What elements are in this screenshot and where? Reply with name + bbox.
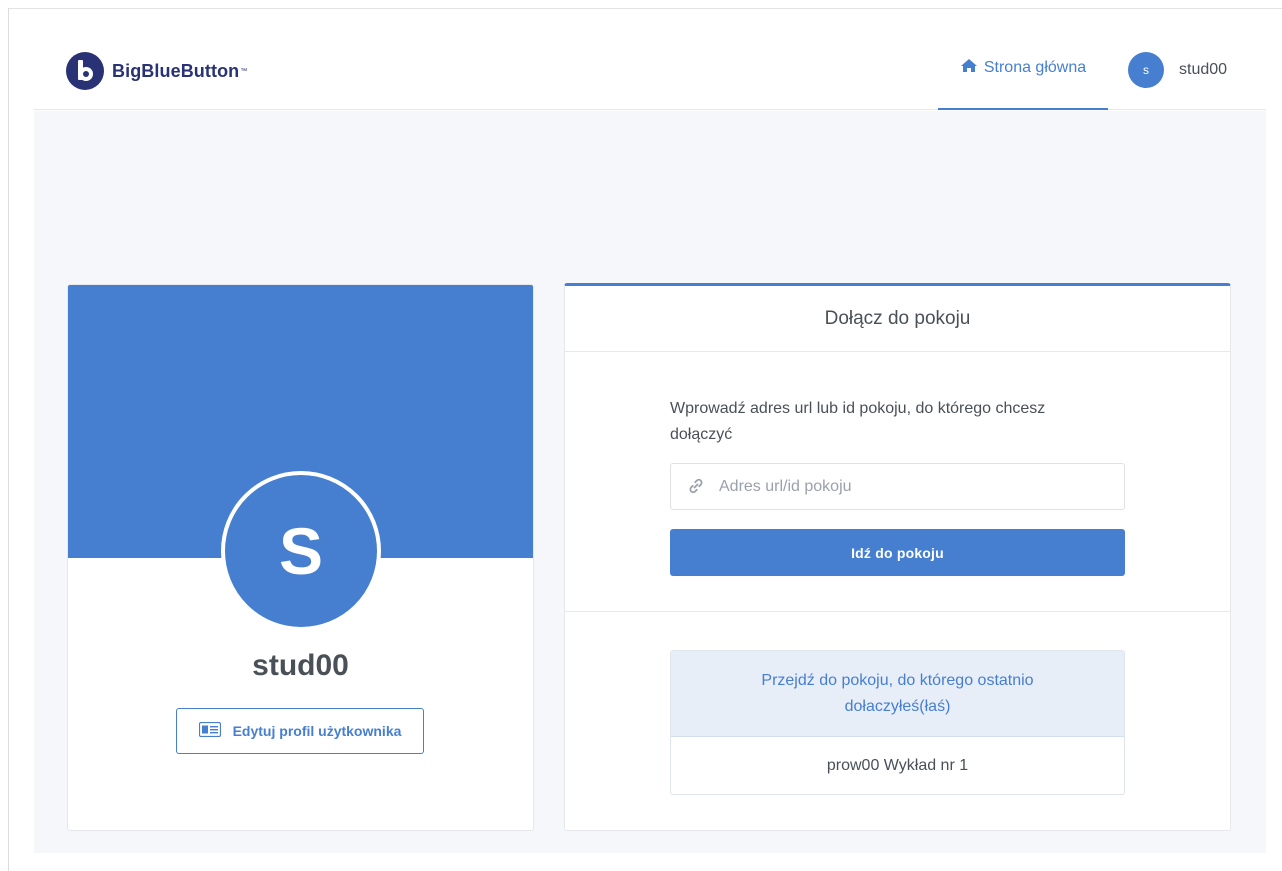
id-card-icon <box>198 721 221 740</box>
nav-home-link[interactable]: Strona główna <box>938 28 1108 110</box>
recent-room-heading: Przejdź do pokoju, do którego ostatnio d… <box>671 651 1124 737</box>
nav-user-menu[interactable]: s stud00 <box>1128 52 1227 88</box>
nav-username: stud00 <box>1179 61 1228 78</box>
recent-room-box: Przejdź do pokoju, do którego ostatnio d… <box>670 650 1125 795</box>
join-room-description: Wprowadź adres url lub id pokoju, do któ… <box>670 400 1046 443</box>
profile-card: S stud00 Edytuj profil użytkownika <box>67 284 534 831</box>
profile-name: stud00 <box>252 649 349 682</box>
edit-profile-label: Edytuj profil użytkownika <box>232 723 402 739</box>
main-content: S stud00 Edytuj profil użytkownika Dołąc… <box>34 111 1266 853</box>
window-top-border <box>8 8 1282 9</box>
profile-avatar: S <box>221 471 381 631</box>
room-url-field[interactable] <box>670 463 1125 510</box>
edit-profile-button[interactable]: Edytuj profil użytkownika <box>176 708 424 754</box>
window-left-border <box>8 8 9 871</box>
join-room-title: Dołącz do pokoju <box>565 286 1230 352</box>
room-url-input[interactable] <box>719 464 1114 509</box>
logo[interactable]: BigBlueButton ™ <box>66 52 247 90</box>
top-header: BigBlueButton ™ Strona główna s stud00 <box>34 28 1266 110</box>
link-icon <box>687 477 705 500</box>
bigbluebutton-logo-icon <box>66 52 104 90</box>
nav-home-label: Strona główna <box>983 59 1087 76</box>
join-room-card: Dołącz do pokoju Wprowadź adres url lub … <box>564 283 1231 831</box>
divider <box>565 611 1230 612</box>
avatar: s <box>1128 52 1164 88</box>
logo-trademark: ™ <box>240 67 248 75</box>
logo-text: BigBlueButton <box>112 60 240 81</box>
recent-room-link[interactable]: prow00 Wykład nr 1 <box>671 737 1124 794</box>
go-to-room-button[interactable]: Idź do pokoju <box>670 529 1125 576</box>
home-icon <box>960 58 978 78</box>
